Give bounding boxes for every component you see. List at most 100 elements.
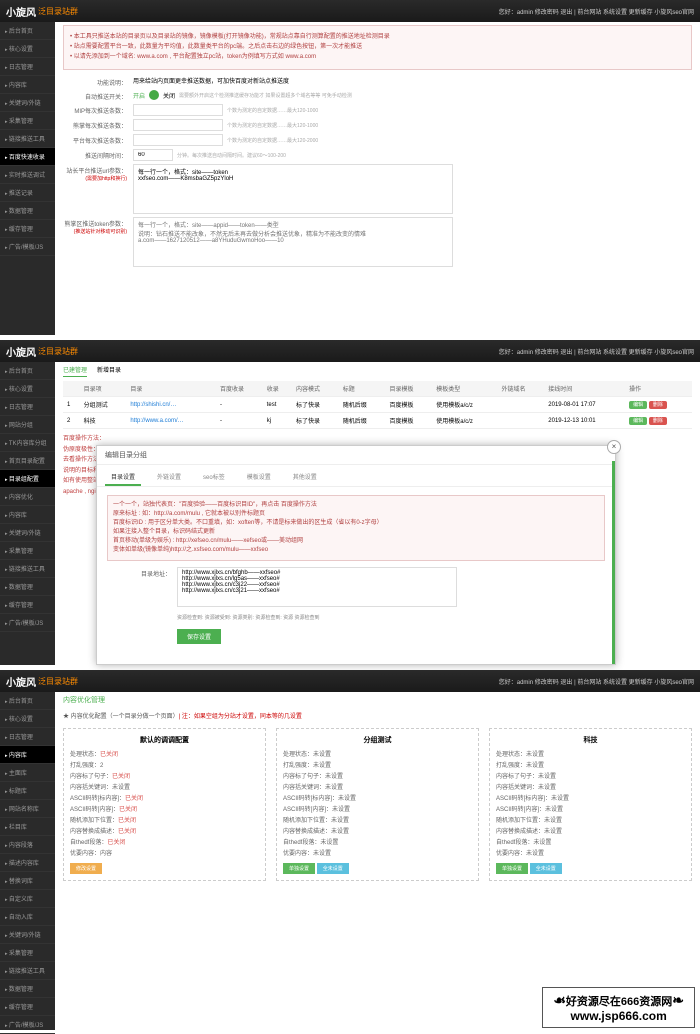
config-button[interactable]: 修改设置 [70, 863, 102, 874]
sidebar-item[interactable]: 数据管理 [0, 578, 55, 596]
bear-input[interactable] [133, 119, 223, 131]
radio-on[interactable]: 开启 [133, 91, 145, 100]
sidebar-item[interactable]: 日志管理 [0, 398, 55, 416]
modal-tab[interactable]: 模板设置 [241, 469, 277, 486]
sidebar-item[interactable]: 链接推送工具 [0, 962, 55, 980]
delete-button[interactable]: 删除 [649, 417, 667, 425]
sidebar-item[interactable]: 后台首页 [0, 22, 55, 40]
sidebar-item[interactable]: 后台首页 [0, 692, 55, 710]
sidebar-item[interactable]: 自动入库 [0, 908, 55, 926]
config-line: 优要内容：未设置 [283, 848, 472, 857]
sidebar-item[interactable]: 广告/模板/JS [0, 1016, 55, 1034]
sidebar-item[interactable]: 首页目录配置 [0, 452, 55, 470]
bear-token-textarea[interactable] [133, 217, 453, 267]
modal-tabs: 目录设置外链设置 seo标签模板设置其他设置 [97, 465, 615, 487]
sidebar-item[interactable]: 链接推送工具 [0, 560, 55, 578]
sidebar-item[interactable]: 广告/模板/JS [0, 238, 55, 256]
th [63, 381, 80, 397]
config-line: ASCII码转[内容]：未设置 [283, 804, 472, 813]
config-button[interactable]: 单独设置 [496, 863, 528, 874]
sidebar-item[interactable]: 采集管理 [0, 112, 55, 130]
tab[interactable]: 新增目录 [97, 365, 121, 377]
radio-dot-on[interactable] [149, 90, 159, 100]
topbar: 小旋风 泛目录站群 您好：admin 修改密码 退出 | 前台网站 系统设置 更… [0, 340, 700, 362]
modal-tab[interactable]: 其他设置 [287, 469, 323, 486]
tab-active[interactable]: 已建管理 [63, 365, 87, 377]
scrollbar[interactable] [612, 461, 615, 664]
config-line: 随机添加下位置：未设置 [496, 815, 685, 824]
sidebar-item[interactable]: 广告/模板/JS [0, 614, 55, 632]
sidebar-item[interactable]: 采集管理 [0, 542, 55, 560]
save-button[interactable]: 保存设置 [177, 629, 221, 644]
interval-input[interactable] [133, 149, 173, 161]
config-button[interactable]: 全未设置 [317, 863, 349, 874]
topbar-right[interactable]: 您好：admin 修改密码 退出 | 前台网站 系统设置 更新缓存 小旋风seo… [499, 677, 694, 686]
sidebar-item[interactable]: 核心设置 [0, 40, 55, 58]
config-line: ASCII码转[内容]：已关闭 [70, 804, 259, 813]
tabs: 已建管理 新增目录 [63, 365, 692, 377]
warning-box: • 本工具只推送本站的目录页以及目录站的镜像，镜像模板(打开镜像功能)，常规站点… [63, 25, 692, 70]
sidebar-item[interactable]: 实时推送调试 [0, 166, 55, 184]
modal-tab[interactable]: 外链设置 [151, 469, 187, 486]
radio-off[interactable]: 关闭 [163, 91, 175, 100]
topbar-right[interactable]: 您好：admin 修改密码 退出 | 前台网站 系统设置 更新缓存 小旋风seo… [499, 7, 694, 16]
sidebar-item[interactable]: 日志管理 [0, 58, 55, 76]
sidebar-item[interactable]: 数据管理 [0, 202, 55, 220]
sidebar-item[interactable]: 核心设置 [0, 380, 55, 398]
edit-button[interactable]: 编辑 [629, 417, 647, 425]
sidebar-item[interactable]: 描述内容库 [0, 854, 55, 872]
config-button[interactable]: 全未设置 [530, 863, 562, 874]
sidebar-item[interactable]: 目录组配置 [0, 470, 55, 488]
config-line: 优要内容：内容 [70, 848, 259, 857]
th: 目录模板 [385, 381, 432, 397]
sidebar-item[interactable]: 标题库 [0, 782, 55, 800]
topbar: 小旋风 泛目录站群 您好：admin 修改密码 退出 | 前台网站 系统设置 更… [0, 670, 700, 692]
site-token-textarea[interactable]: 每一行一个，格式：site——token xxfseo.com——K8msbaG… [133, 164, 453, 214]
sidebar-item[interactable]: 百度快速收录 [0, 148, 55, 166]
sidebar-item[interactable]: 缓存管理 [0, 220, 55, 238]
config-line: 内容括关键词：未设置 [283, 782, 472, 791]
sidebar-item[interactable]: 网站分组 [0, 416, 55, 434]
sidebar-item[interactable]: 日志管理 [0, 728, 55, 746]
config-line: 内容标了句子：未设置 [283, 771, 472, 780]
modal-tab[interactable]: 目录设置 [105, 469, 141, 486]
sidebar: 后台首页核心设置日志管理内容库关键词/外链采集管理链接推送工具百度快速收录实时推… [0, 0, 55, 335]
sidebar-item[interactable]: 链接推送工具 [0, 130, 55, 148]
delete-button[interactable]: 删除 [649, 401, 667, 409]
hint: 个数为测定的自定数据……最大120-2000 [227, 137, 318, 144]
sidebar-item[interactable]: 主面库 [0, 764, 55, 782]
sidebar-item[interactable]: 内容库 [0, 506, 55, 524]
sidebar-item[interactable]: 推送记录 [0, 184, 55, 202]
sidebar-item[interactable]: 内容库 [0, 746, 55, 764]
sidebar-item[interactable]: 内容段落 [0, 836, 55, 854]
sidebar-item[interactable]: 关键词/外链 [0, 926, 55, 944]
main-panel: • 本工具只推送本站的目录页以及目录站的镜像，镜像模板(打开镜像功能)，常规站点… [55, 0, 700, 335]
sidebar-item[interactable]: 核心设置 [0, 710, 55, 728]
close-icon[interactable]: × [607, 440, 621, 454]
th: 接线时间 [544, 381, 625, 397]
sidebar-item[interactable]: 关键词/外链 [0, 94, 55, 112]
mip-input[interactable] [133, 104, 223, 116]
sidebar-item[interactable]: 栏目库 [0, 818, 55, 836]
urls-textarea[interactable]: http://www.xjlxs.cn/bfghb——xxfseo# http:… [177, 567, 457, 607]
sidebar-item[interactable]: 网站名称库 [0, 800, 55, 818]
sidebar-item[interactable]: 内容优化 [0, 488, 55, 506]
sidebar-item[interactable]: 采集管理 [0, 944, 55, 962]
sidebar-item[interactable]: 关键词/外链 [0, 524, 55, 542]
sidebar-item[interactable]: 缓存管理 [0, 998, 55, 1016]
sidebar-item[interactable]: TK内容库分组 [0, 434, 55, 452]
sidebar-item[interactable]: 替换词库 [0, 872, 55, 890]
sidebar-item[interactable]: 后台首页 [0, 362, 55, 380]
edit-button[interactable]: 编辑 [629, 401, 647, 409]
config-button[interactable]: 单独设置 [283, 863, 315, 874]
sidebar-item[interactable]: 数据管理 [0, 980, 55, 998]
sidebar-item[interactable]: 缓存管理 [0, 596, 55, 614]
logo-sub: 泛目录站群 [38, 676, 78, 687]
dir-table: 目录项目录百度收录收录内容模式标题目录模板模板类型外链域名接线时间操作1分组测试… [63, 381, 692, 429]
sidebar-item[interactable]: 自定义库 [0, 890, 55, 908]
platform-input[interactable] [133, 134, 223, 146]
sidebar-item[interactable]: 内容库 [0, 76, 55, 94]
config-line: 内容标了句子：已关闭 [70, 771, 259, 780]
topbar-right[interactable]: 您好：admin 修改密码 退出 | 前台网站 系统设置 更新缓存 小旋风seo… [499, 347, 694, 356]
modal-tab[interactable]: seo标签 [197, 469, 231, 486]
